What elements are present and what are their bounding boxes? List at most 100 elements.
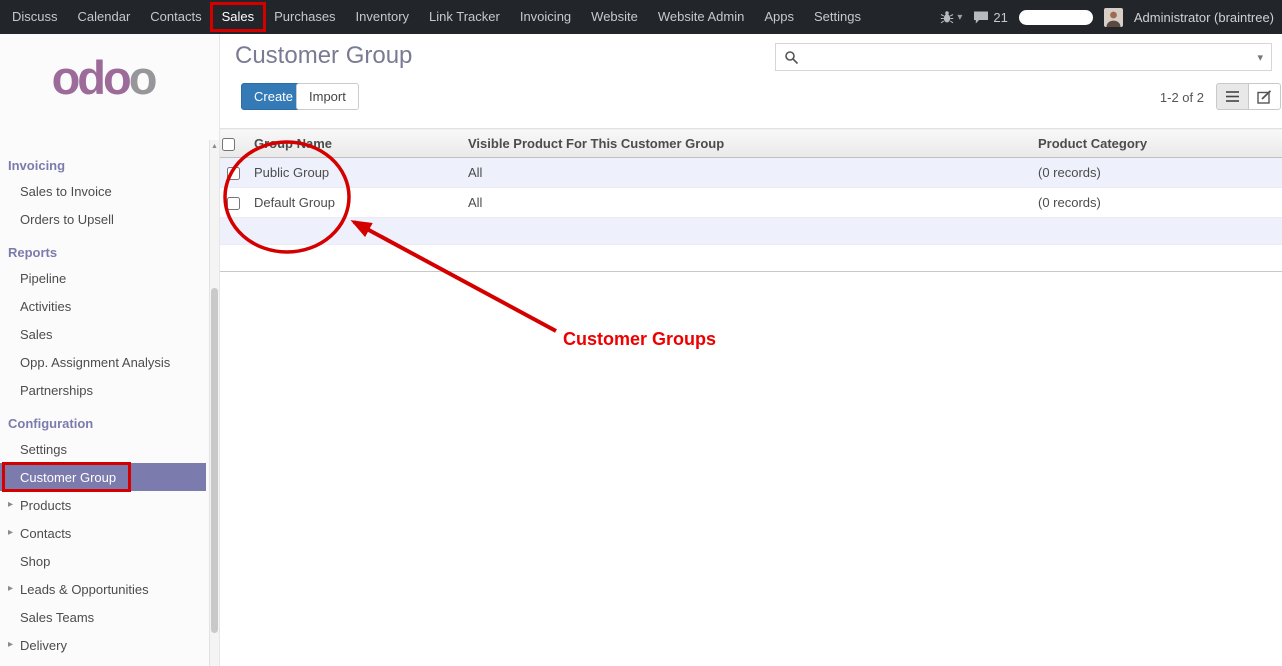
view-switcher: [1216, 83, 1281, 110]
top-navbar: Discuss Calendar Contacts Sales Purchase…: [0, 0, 1282, 34]
nav-item-label: Inventory: [356, 9, 409, 24]
sidebar-item-label: Sales to Invoice: [20, 184, 112, 199]
list-view-icon: [1225, 90, 1240, 103]
list-view-button[interactable]: [1216, 83, 1249, 110]
table-row[interactable]: Public Group All (0 records): [220, 158, 1282, 188]
status-pill[interactable]: [1019, 10, 1093, 25]
nav-item[interactable]: Contacts: [140, 0, 211, 34]
expand-caret-icon: ▸: [8, 527, 13, 539]
nav-item[interactable]: Website: [581, 0, 648, 34]
search-input[interactable]: [805, 45, 1251, 69]
sidebar-item[interactable]: ▸ Sales Teams: [0, 603, 206, 631]
sidebar-item-label: Sales: [20, 327, 53, 342]
nav-item[interactable]: Calendar: [68, 0, 141, 34]
form-view-icon: [1257, 90, 1272, 104]
nav-item[interactable]: Settings: [804, 0, 871, 34]
sidebar-item[interactable]: ▸ Shop: [0, 547, 206, 575]
select-all-checkbox[interactable]: [222, 138, 235, 151]
sidebar-item-label: Settings: [20, 442, 67, 457]
nav-item[interactable]: Sales: [212, 0, 265, 34]
navbar-right: ▾ 21 Administrator (braintree): [940, 8, 1282, 27]
sidebar-item[interactable]: ▸ Contacts: [0, 519, 206, 547]
nav-item-label: Calendar: [78, 9, 131, 24]
sidebar-menu: ▸ Invoicing ▸ Sales to Invoice ▸ Orders …: [0, 146, 206, 659]
search-dropdown-toggle[interactable]: ▾: [1251, 51, 1263, 64]
cell-group-name: Public Group: [246, 158, 460, 188]
expand-caret-icon: ▸: [8, 499, 13, 511]
sidebar-item: ▸ Configuration: [0, 404, 206, 435]
search-icon: [784, 50, 799, 65]
sidebar-item[interactable]: ▸ Pipeline: [0, 264, 206, 292]
logo-text-main: odo: [52, 51, 129, 104]
cell-visible-product: All: [460, 188, 1030, 218]
sidebar-item[interactable]: ▸ Delivery: [0, 631, 206, 659]
row-select-cell: [220, 158, 246, 188]
nav-item-label: Link Tracker: [429, 9, 500, 24]
sidebar-item-label: Partnerships: [20, 383, 93, 398]
sidebar-item-label: Leads & Opportunities: [20, 582, 149, 597]
empty-row: [220, 245, 1282, 272]
sidebar-item[interactable]: ▸ Opp. Assignment Analysis: [0, 348, 206, 376]
nav-item-label: Sales: [222, 9, 255, 24]
nav-item[interactable]: Link Tracker: [419, 0, 510, 34]
chat-bubble-icon: [973, 11, 989, 24]
expand-caret-icon: ▸: [8, 583, 13, 595]
user-menu[interactable]: Administrator (braintree): [1134, 10, 1274, 25]
cell-product-category: (0 records): [1030, 188, 1282, 218]
sidebar-item: ▸ Reports: [0, 233, 206, 264]
messages-menu[interactable]: 21: [973, 10, 1007, 25]
sidebar-item-label: Orders to Upsell: [20, 212, 114, 227]
sidebar-item[interactable]: ▸ Leads & Opportunities: [0, 575, 206, 603]
sidebar-item[interactable]: ▸ Settings: [0, 435, 206, 463]
nav-item-label: Website: [591, 9, 638, 24]
nav-item-label: Contacts: [150, 9, 201, 24]
nav-item-label: Invoicing: [520, 9, 571, 24]
sidebar-item[interactable]: ▸ Sales to Invoice: [0, 177, 206, 205]
sidebar-item[interactable]: ▸ Sales: [0, 320, 206, 348]
logo-text-last: o: [129, 51, 155, 104]
column-header-group-name[interactable]: Group Name: [246, 129, 460, 158]
sidebar-item[interactable]: ▸ Activities: [0, 292, 206, 320]
sidebar-item-label: Pipeline: [20, 271, 66, 286]
customer-group-table: Group Name Visible Product For This Cust…: [220, 128, 1282, 272]
nav-item-label: Discuss: [12, 9, 58, 24]
sidebar: odoo ▸ Invoicing ▸ Sales to Invoice ▸ Or…: [0, 34, 220, 666]
nav-item-label: Apps: [764, 9, 794, 24]
app-menu: Discuss Calendar Contacts Sales Purchase…: [0, 0, 871, 34]
row-checkbox[interactable]: [227, 167, 240, 180]
nav-item-label: Website Admin: [658, 9, 744, 24]
sidebar-item-label: Sales Teams: [20, 610, 94, 625]
row-checkbox[interactable]: [227, 197, 240, 210]
nav-item[interactable]: Website Admin: [648, 0, 754, 34]
messages-count: 21: [993, 10, 1007, 25]
sidebar-item[interactable]: ▸ Products: [0, 491, 206, 519]
cell-visible-product: All: [460, 158, 1030, 188]
sidebar-scrollbar[interactable]: ▲: [209, 140, 219, 666]
nav-item[interactable]: Discuss: [2, 0, 68, 34]
nav-item[interactable]: Purchases: [264, 0, 345, 34]
select-all-cell: [220, 129, 246, 158]
column-header-product-category[interactable]: Product Category: [1030, 129, 1282, 158]
sidebar-item: ▸ Invoicing: [0, 146, 206, 177]
sidebar-item[interactable]: ▸ Orders to Upsell: [0, 205, 206, 233]
scroll-up-arrow-icon[interactable]: ▲: [210, 140, 219, 150]
page-title: Customer Group: [235, 42, 412, 70]
sidebar-item-label: Invoicing: [8, 158, 65, 173]
odoo-logo: odoo: [0, 54, 206, 101]
sidebar-item[interactable]: ▸ Customer Group: [0, 463, 206, 491]
avatar[interactable]: [1104, 8, 1123, 27]
table-row[interactable]: Default Group All (0 records): [220, 188, 1282, 218]
row-select-cell: [220, 188, 246, 218]
sidebar-item-label: Delivery: [20, 638, 67, 653]
debug-menu[interactable]: ▾: [940, 10, 962, 24]
nav-item[interactable]: Invoicing: [510, 0, 581, 34]
form-view-button[interactable]: [1248, 83, 1281, 110]
nav-item[interactable]: Inventory: [346, 0, 419, 34]
import-button[interactable]: Import: [296, 83, 359, 110]
nav-item-label: Purchases: [274, 9, 335, 24]
scrollbar-thumb[interactable]: [211, 288, 218, 633]
column-header-visible-product[interactable]: Visible Product For This Customer Group: [460, 129, 1030, 158]
nav-item[interactable]: Apps: [754, 0, 804, 34]
sidebar-item[interactable]: ▸ Partnerships: [0, 376, 206, 404]
sidebar-item-label: Contacts: [20, 526, 71, 541]
